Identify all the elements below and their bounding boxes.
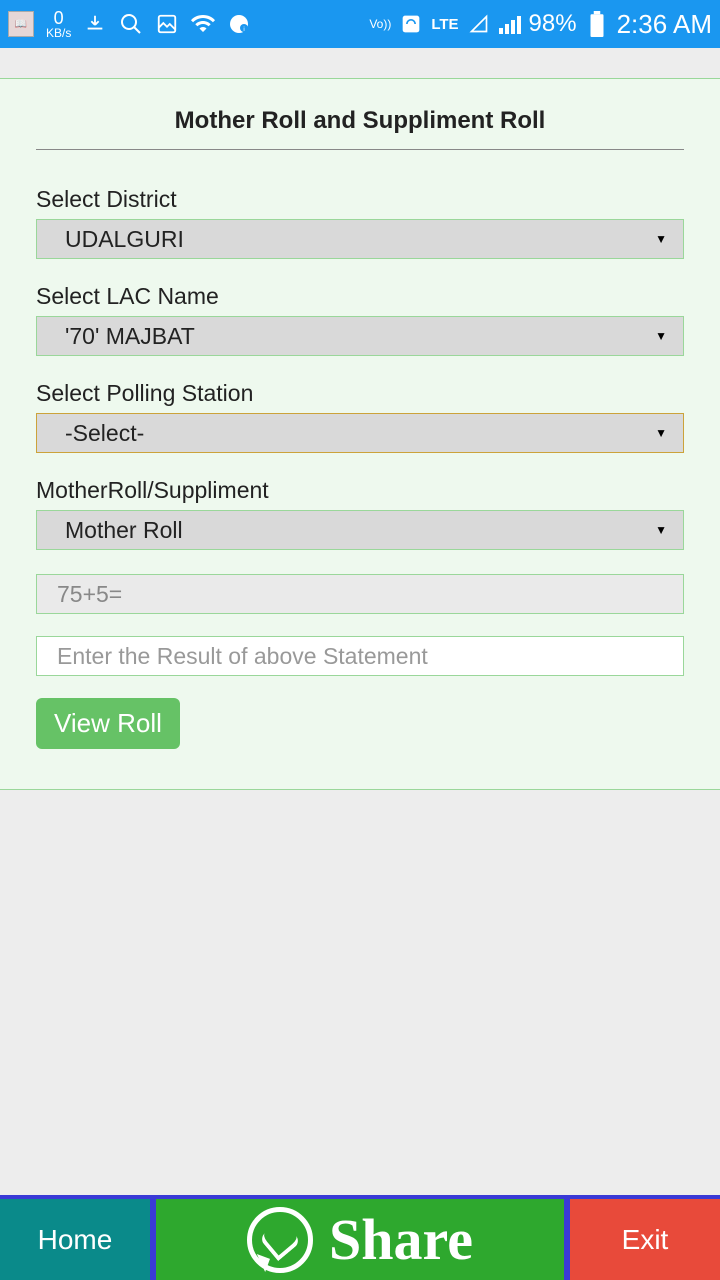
polling-select[interactable]: -Select- ▼ <box>36 413 684 453</box>
district-value: UDALGURI <box>65 226 184 253</box>
rolltype-select[interactable]: Mother Roll ▼ <box>36 510 684 550</box>
share-label: Share <box>329 1206 473 1273</box>
signal-bars-icon <box>499 14 521 34</box>
district-select[interactable]: UDALGURI ▼ <box>36 219 684 259</box>
share-button[interactable]: Share <box>150 1199 570 1280</box>
rolltype-value: Mother Roll <box>65 517 183 544</box>
svg-text:i: i <box>244 27 245 33</box>
status-bar: 📖 0 KB/s i Vo)) LTE 98% <box>0 0 720 48</box>
network-speed: 0 KB/s <box>46 9 71 39</box>
captcha-text: 75+5= <box>57 581 122 608</box>
chevron-down-icon: ▼ <box>655 232 667 246</box>
rolltype-label: MotherRoll/Suppliment <box>36 477 684 504</box>
status-right: Vo)) LTE 98% 2:36 AM <box>369 9 712 40</box>
wifi-icon <box>191 12 215 36</box>
clock: 2:36 AM <box>617 9 712 40</box>
battery-icon <box>585 12 609 36</box>
lac-field: Select LAC Name '70' MAJBAT ▼ <box>36 283 684 356</box>
bottom-nav: Home Share Exit <box>0 1195 720 1280</box>
lac-label: Select LAC Name <box>36 283 684 310</box>
home-label: Home <box>38 1224 113 1256</box>
sim-signal-icon <box>467 12 491 36</box>
battery-percent: 98% <box>529 10 577 38</box>
form-card: Mother Roll and Suppliment Roll Select D… <box>0 78 720 790</box>
captcha-result-input[interactable] <box>36 636 684 676</box>
lte-indicator: LTE <box>431 16 458 33</box>
chevron-down-icon: ▼ <box>655 523 667 537</box>
image-icon <box>155 12 179 36</box>
chevron-down-icon: ▼ <box>655 426 667 440</box>
rolltype-field: MotherRoll/Suppliment Mother Roll ▼ <box>36 477 684 550</box>
search-icon <box>119 12 143 36</box>
chevron-down-icon: ▼ <box>655 329 667 343</box>
exit-label: Exit <box>622 1224 669 1256</box>
app-book-icon: 📖 <box>8 11 34 37</box>
speed-value: 0 <box>54 9 64 27</box>
polling-field: Select Polling Station -Select- ▼ <box>36 380 684 453</box>
district-label: Select District <box>36 186 684 213</box>
lac-select[interactable]: '70' MAJBAT ▼ <box>36 316 684 356</box>
district-field: Select District UDALGURI ▼ <box>36 186 684 259</box>
home-button[interactable]: Home <box>0 1199 150 1280</box>
exit-button[interactable]: Exit <box>570 1199 720 1280</box>
cloud-icon: i <box>227 12 251 36</box>
polling-value: -Select- <box>65 420 144 447</box>
view-roll-button[interactable]: View Roll <box>36 698 180 749</box>
status-left: 📖 0 KB/s i <box>8 9 251 39</box>
volte-indicator: Vo)) <box>369 19 391 30</box>
polling-label: Select Polling Station <box>36 380 684 407</box>
captcha-display: 75+5= <box>36 574 684 614</box>
speed-unit: KB/s <box>46 27 71 39</box>
sync-icon <box>399 12 423 36</box>
download-icon <box>83 12 107 36</box>
page-title: Mother Roll and Suppliment Roll <box>36 107 684 150</box>
whatsapp-icon <box>247 1207 313 1273</box>
lac-value: '70' MAJBAT <box>65 323 195 350</box>
